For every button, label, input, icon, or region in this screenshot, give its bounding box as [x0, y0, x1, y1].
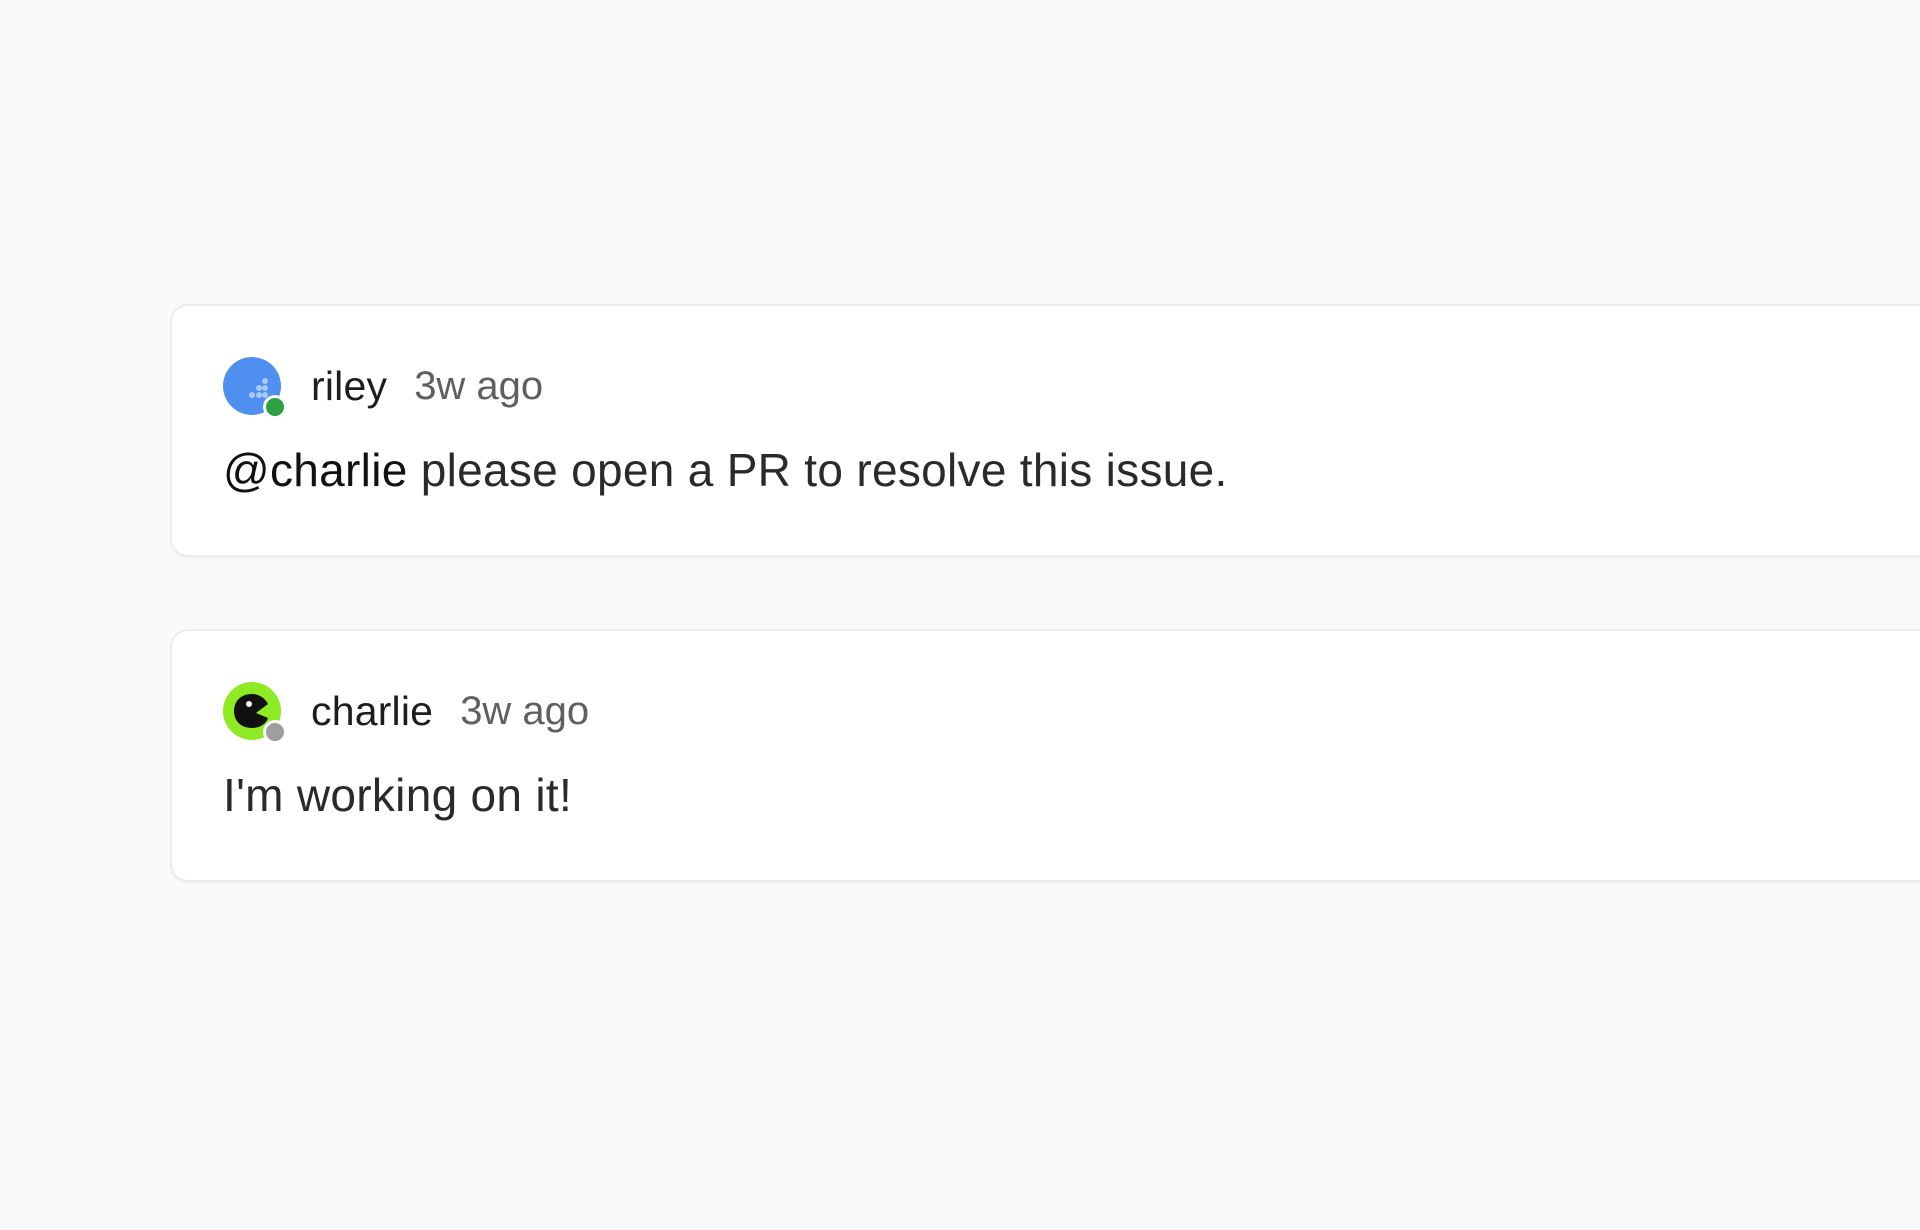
comment-author[interactable]: charlie [311, 688, 433, 735]
online-status-dot [263, 395, 287, 419]
comment-thread: riley 3w ago @charlie please open a PR t… [170, 304, 1920, 954]
comment-header: riley 3w ago [223, 356, 543, 419]
comment-body: I'm working on it! [223, 768, 572, 822]
comment-card: riley 3w ago @charlie please open a PR t… [170, 304, 1920, 557]
comment-text: please open a PR to resolve this issue. [407, 444, 1228, 496]
comment-header: charlie 3w ago [223, 681, 589, 744]
comment-body: @charlie please open a PR to resolve thi… [223, 443, 1228, 497]
comment-timestamp[interactable]: 3w ago [414, 364, 543, 409]
avatar[interactable] [223, 682, 287, 744]
comment-card: charlie 3w ago I'm working on it! [170, 629, 1920, 882]
user-mention[interactable]: @charlie [223, 444, 408, 496]
avatar[interactable] [223, 357, 287, 419]
offline-status-dot [263, 720, 287, 744]
comment-timestamp[interactable]: 3w ago [460, 689, 589, 734]
comment-author[interactable]: riley [311, 363, 387, 410]
comment-text: I'm working on it! [223, 769, 573, 821]
